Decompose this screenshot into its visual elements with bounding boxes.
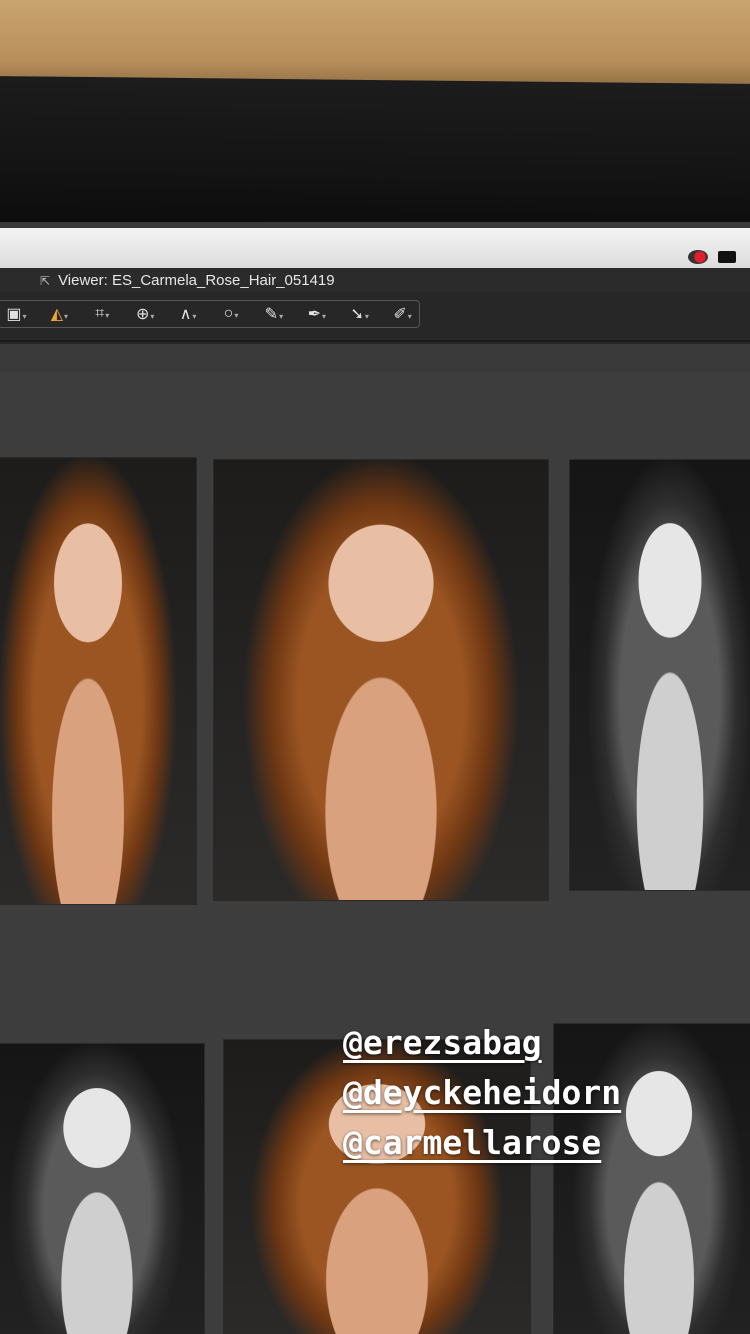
tool-group: ▣ ◭ ⌗ ⊕ ∧ ○ ✎ ✒ ➘ ✐ — [0, 300, 420, 328]
viewer-icon: ⇱ — [40, 273, 51, 288]
brush-tool-icon[interactable]: ✎ — [257, 304, 290, 324]
toolbar-divider — [0, 340, 750, 342]
keystone-tool-icon[interactable]: ∧ — [172, 304, 205, 324]
mention-tag[interactable]: @deyckeheidorn — [343, 1068, 621, 1118]
eraser-tool-icon[interactable]: ✐ — [386, 304, 419, 324]
thumbnail-grid — [0, 372, 750, 1334]
thumbnail-4[interactable] — [0, 1044, 204, 1334]
crop-tool-icon[interactable]: ⌗ — [86, 305, 119, 323]
rotate-tool-icon[interactable]: ⊕ — [129, 304, 162, 324]
photo-thumbnail-bw — [0, 1044, 204, 1334]
bucket-tool-icon[interactable]: ◭ — [43, 304, 76, 324]
os-menu-bar — [0, 228, 750, 268]
story-mentions: @erezsabag @deyckeheidorn @carmellarose — [343, 1018, 621, 1168]
display-icon[interactable] — [718, 251, 736, 263]
monitor-bezel — [0, 76, 750, 234]
thumbnail-2[interactable] — [214, 460, 548, 900]
mention-tag[interactable]: @carmellarose — [343, 1118, 621, 1168]
thumbnail-1[interactable] — [0, 458, 196, 904]
photo-thumbnail-color — [0, 458, 196, 904]
circle-mask-tool-icon[interactable]: ○ — [215, 305, 248, 323]
select-tool-icon[interactable]: ▣ — [0, 304, 33, 324]
viewer-title-bar: ⇱ Viewer: ES_Carmela_Rose_Hair_051419 — [0, 268, 750, 292]
creative-cloud-icon[interactable] — [688, 250, 708, 264]
photo-thumbnail-bw — [570, 460, 750, 890]
pick-tool-icon[interactable]: ➘ — [343, 304, 376, 324]
thumbnail-3[interactable] — [570, 460, 750, 890]
photo-thumbnail-color — [214, 460, 548, 900]
menu-bar-tray — [688, 250, 736, 264]
tool-bar: ▣ ◭ ⌗ ⊕ ∧ ○ ✎ ✒ ➘ ✐ — [0, 292, 750, 344]
mention-tag[interactable]: @erezsabag — [343, 1018, 621, 1068]
viewer-title: Viewer: ES_Carmela_Rose_Hair_051419 — [58, 272, 335, 289]
eyedropper-tool-icon[interactable]: ✒ — [300, 304, 333, 324]
